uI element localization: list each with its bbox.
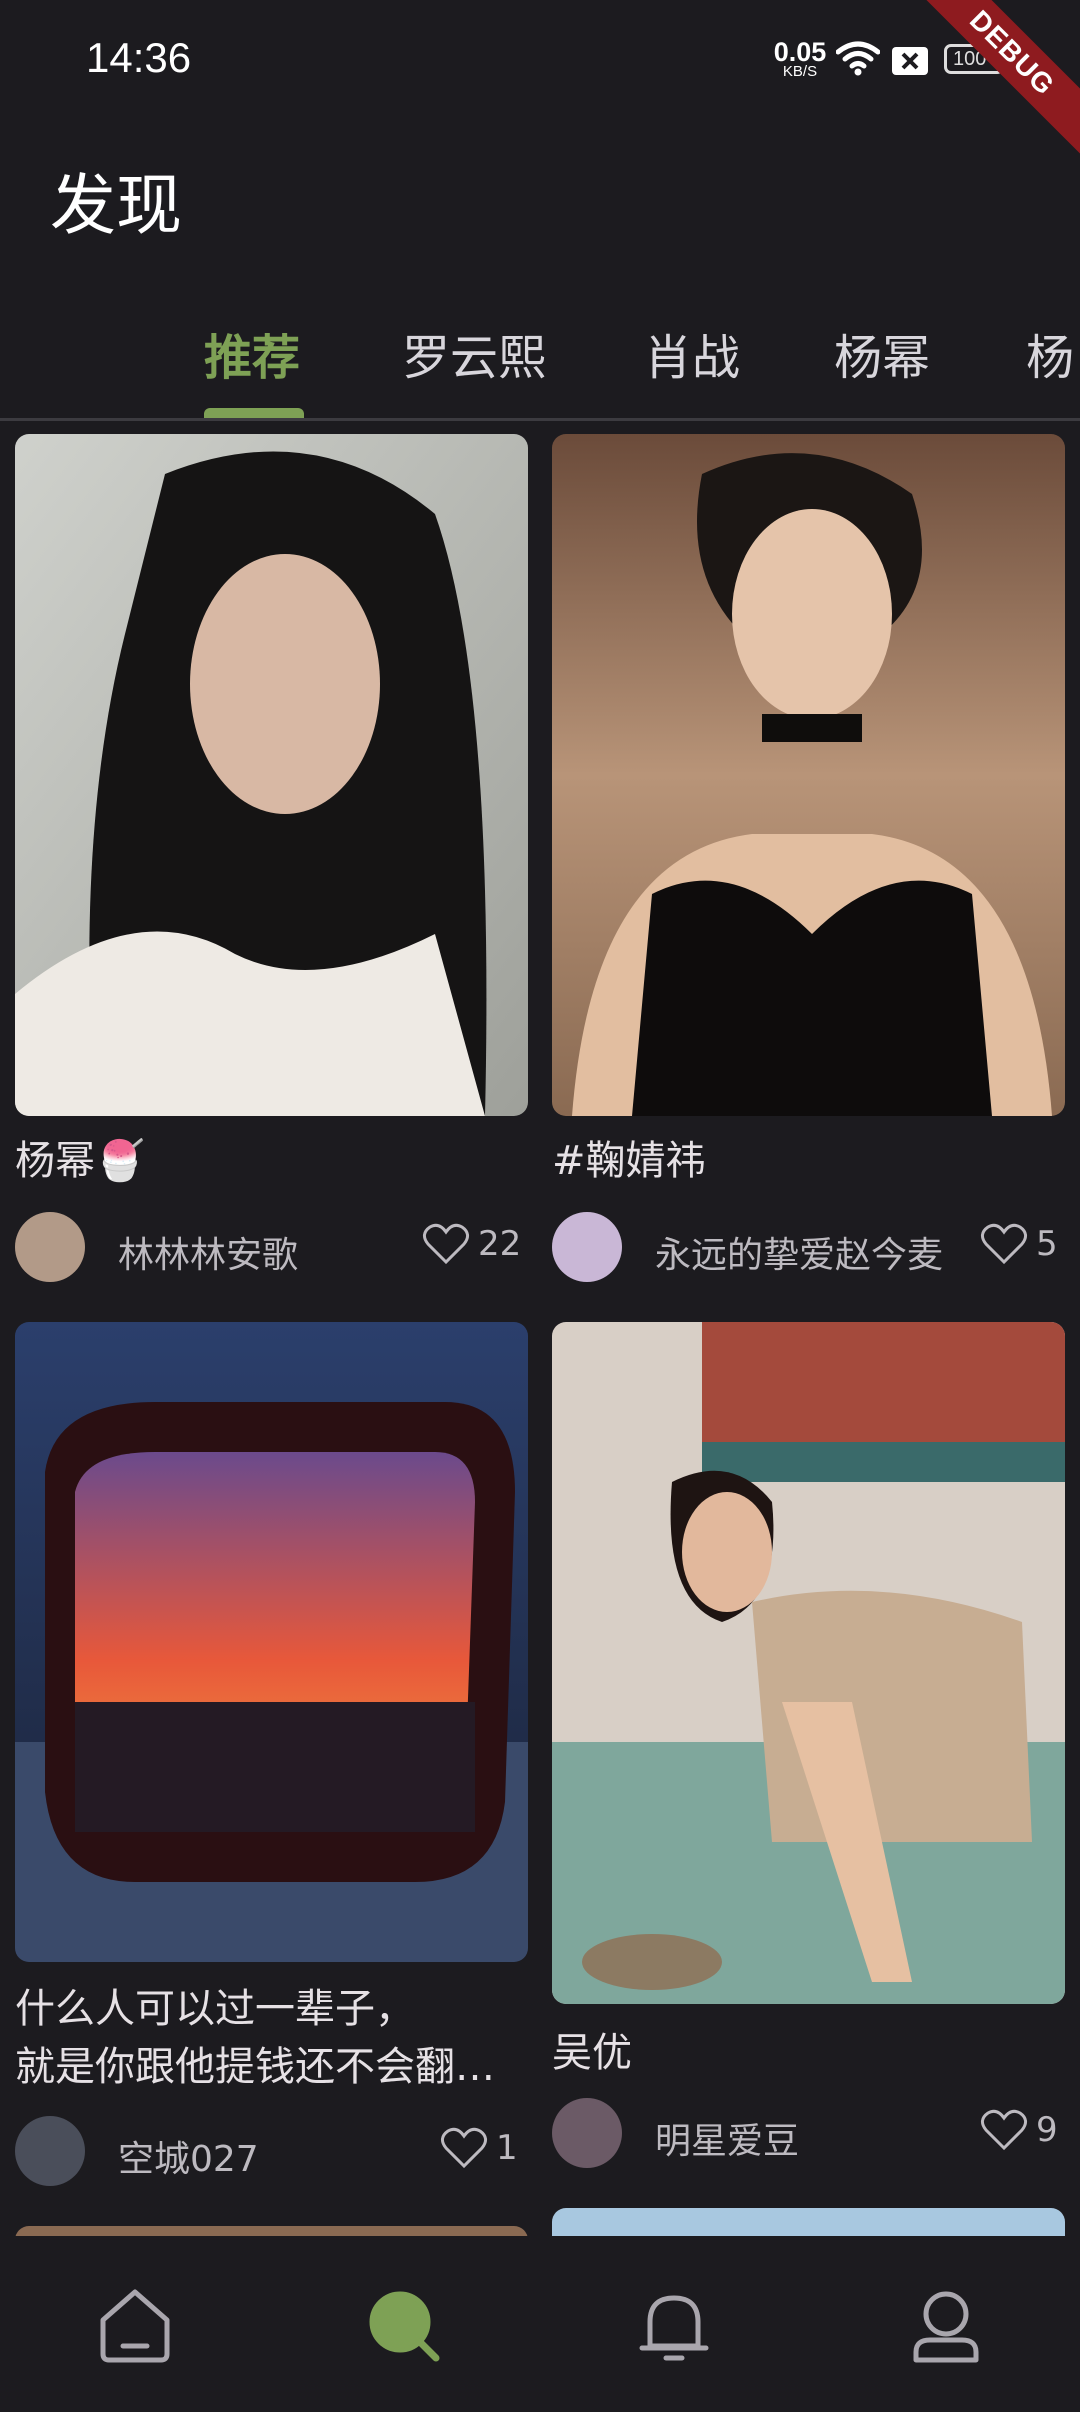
- card-likes-count-2: 5: [1036, 1224, 1058, 1264]
- card-author-1[interactable]: 林林林安歌: [118, 1226, 298, 1278]
- card-author-4[interactable]: 明星爱豆: [655, 2112, 799, 2164]
- nav-notifications[interactable]: [624, 2276, 724, 2376]
- card-avatar-4[interactable]: [552, 2098, 622, 2168]
- network-speed: 0.05 KB/S: [772, 37, 828, 80]
- card-likes-4[interactable]: 9: [980, 2108, 1058, 2152]
- card-image-1[interactable]: [15, 434, 528, 1116]
- card-avatar-3[interactable]: [15, 2116, 85, 2186]
- home-icon: [100, 2289, 170, 2363]
- card-image-3[interactable]: [15, 1322, 528, 1962]
- tab-yang-mi[interactable]: 杨幂: [834, 318, 930, 418]
- heart-icon: [441, 2127, 487, 2169]
- card-title-3: 什么人可以过一辈子， 就是你跟他提钱还不会翻…: [15, 1980, 495, 2096]
- card-title-3-line-1: 什么人可以过一辈子，: [15, 1986, 415, 2032]
- heart-icon: [981, 1223, 1027, 1265]
- heart-icon: [423, 1223, 469, 1265]
- nav-discover[interactable]: [354, 2276, 454, 2376]
- card-image-2[interactable]: [552, 434, 1065, 1116]
- card-avatar-1[interactable]: [15, 1212, 85, 1282]
- bottom-navigation: [0, 2236, 1080, 2412]
- debug-label: DEBUG: [910, 0, 1080, 162]
- card-likes-count-1: 22: [478, 1224, 522, 1264]
- card-likes-count-3: 1: [496, 2128, 518, 2168]
- debug-banner: DEBUG: [910, 0, 1080, 170]
- network-speed-value: 0.05: [773, 37, 827, 67]
- wifi-icon: [835, 40, 881, 80]
- tab-luo-yunxi[interactable]: 罗云熙: [402, 318, 546, 418]
- category-tabs: 推荐 罗云熙 肖战 杨幂 杨: [0, 300, 1080, 421]
- tab-recommend[interactable]: 推荐: [204, 318, 300, 418]
- tab-indicator: [204, 408, 304, 418]
- nav-home[interactable]: [85, 2276, 185, 2376]
- card-avatar-2[interactable]: [552, 1212, 622, 1282]
- card-author-3[interactable]: 空城027: [118, 2130, 259, 2182]
- card-likes-2[interactable]: 5: [980, 1222, 1058, 1266]
- card-title-1: 杨幂🍧: [15, 1138, 145, 1184]
- tab-yang-overflow[interactable]: 杨: [1026, 318, 1074, 418]
- profile-icon: [913, 2291, 979, 2363]
- card-title-3-line-2: 就是你跟他提钱还不会翻…: [15, 2044, 495, 2090]
- card-title-2: #鞠婧祎: [552, 1138, 706, 1184]
- card-title-4: 吴优: [552, 2030, 632, 2076]
- card-author-2[interactable]: 永远的挚爱赵今麦: [655, 1226, 943, 1278]
- discover-icon: [369, 2291, 440, 2362]
- tab-xiao-zhan[interactable]: 肖战: [644, 318, 740, 418]
- card-image-4[interactable]: [552, 1322, 1065, 2004]
- page-title: 发现: [50, 167, 182, 244]
- notification-icon: [639, 2295, 709, 2361]
- heart-icon: [981, 2109, 1027, 2151]
- card-likes-1[interactable]: 22: [422, 1222, 521, 1266]
- nav-profile[interactable]: [896, 2276, 996, 2376]
- card-likes-count-4: 9: [1036, 2110, 1058, 2150]
- card-likes-3[interactable]: 1: [440, 2126, 518, 2170]
- status-time: 14:36: [86, 34, 192, 81]
